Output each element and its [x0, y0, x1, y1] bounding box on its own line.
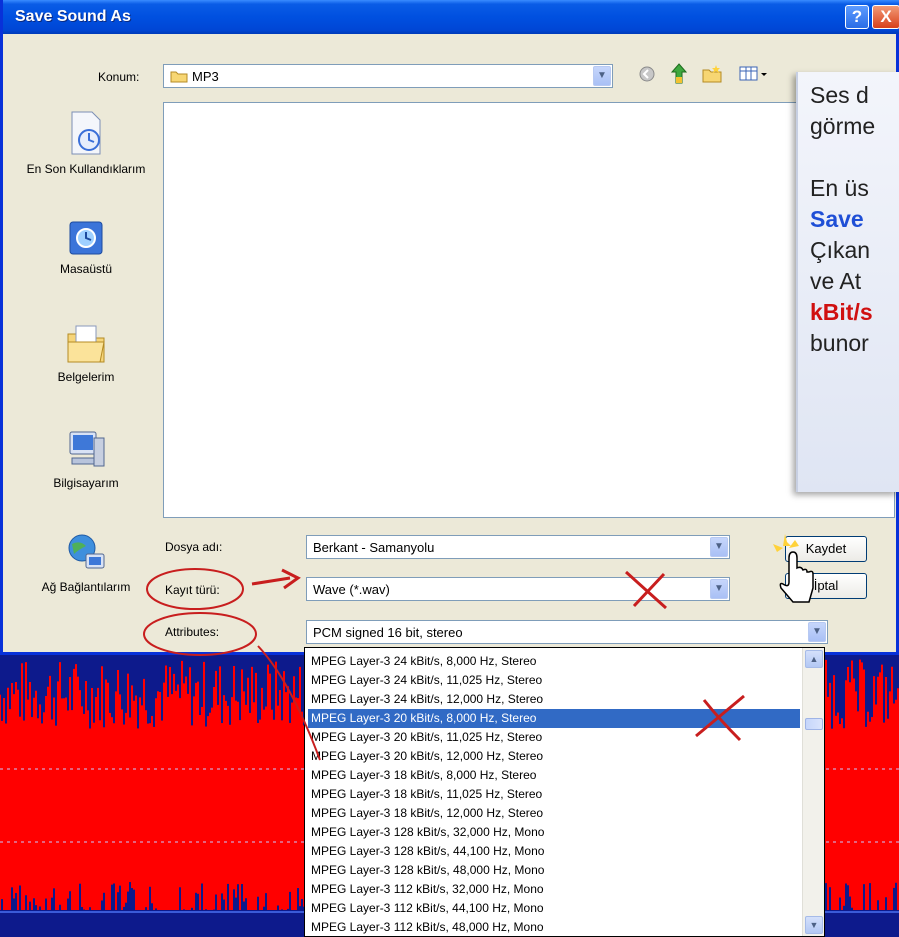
attributes-label: Attributes: [165, 625, 220, 639]
attribute-option[interactable]: MPEG Layer-3 112 kBit/s, 44,100 Hz, Mono [308, 899, 800, 918]
network-places-icon [68, 534, 105, 569]
chevron-down-icon[interactable]: ▼ [710, 579, 728, 599]
filetype-label: Kayıt türü: [165, 583, 220, 597]
attribute-option[interactable]: MPEG Layer-3 128 kBit/s, 32,000 Hz, Mono [308, 823, 800, 842]
filename-value: Berkant - Samanyolu [313, 540, 435, 555]
location-value: MP3 [192, 69, 219, 84]
places-computer-label: Bilgisayarım [53, 476, 119, 490]
places-network-label: Ağ Bağlantılarım [41, 580, 131, 594]
filetype-select[interactable]: Wave (*.wav) ▼ [306, 577, 730, 601]
new-folder-icon[interactable] [701, 64, 723, 84]
filename-label: Dosya adı: [165, 540, 223, 554]
filetype-value: Wave (*.wav) [313, 582, 390, 597]
places-bar: En Son Kullandıklarım Masaüstü Belgeleri… [21, 102, 151, 610]
save-sound-dialog: Save Sound As ? X Konum: MP3 ▼ En Son Ku… [0, 0, 899, 655]
attributes-select[interactable]: PCM signed 16 bit, stereo ▼ [306, 620, 828, 644]
desktop-icon [69, 221, 103, 255]
attribute-option[interactable]: MPEG Layer-3 24 kBit/s, 11,025 Hz, Stere… [308, 671, 800, 690]
vertical-scrollbar[interactable]: ▲ ▼ [802, 648, 824, 936]
attribute-option[interactable]: MPEG Layer-3 20 kBit/s, 12,000 Hz, Stere… [308, 747, 800, 766]
chevron-down-icon[interactable]: ▼ [808, 622, 826, 642]
note-line-5: Çıkan [810, 237, 871, 263]
places-documents-label: Belgelerim [57, 370, 115, 384]
dialog-title: Save Sound As [15, 8, 131, 25]
folder-icon [170, 71, 188, 83]
tutorial-note-panel: Ses d görme En üs Save Çıkan ve At kBit/… [796, 72, 899, 492]
attribute-option[interactable]: MPEG Layer-3 18 kBit/s, 12,000 Hz, Stere… [308, 804, 800, 823]
note-line-4: Save [810, 206, 864, 232]
note-line-6: ve At [810, 268, 862, 294]
help-button[interactable]: ? [845, 5, 869, 29]
location-combo[interactable]: MP3 ▼ [163, 64, 613, 88]
note-line-7: kBit/s [810, 299, 873, 325]
attribute-option[interactable]: MPEG Layer-3 20 kBit/s, 8,000 Hz, Stereo [308, 709, 800, 728]
file-list[interactable] [163, 102, 895, 518]
places-network[interactable]: Ağ Bağlantılarım [21, 532, 151, 594]
filename-input[interactable]: Berkant - Samanyolu ▼ [306, 535, 730, 559]
places-desktop[interactable]: Masaüstü [21, 220, 151, 276]
attribute-option[interactable]: MPEG Layer-3 112 kBit/s, 32,000 Hz, Mono [308, 880, 800, 899]
note-line-3: En üs [810, 175, 869, 201]
places-desktop-label: Masaüstü [59, 262, 113, 276]
my-computer-icon [69, 431, 105, 467]
note-line-2: görme [810, 113, 876, 139]
note-line-1: Ses d [810, 82, 869, 108]
places-computer[interactable]: Bilgisayarım [21, 428, 151, 490]
attribute-option[interactable]: MPEG Layer-3 18 kBit/s, 11,025 Hz, Stere… [308, 785, 800, 804]
scroll-down-icon[interactable]: ▼ [805, 916, 823, 934]
attribute-option[interactable]: MPEG Layer-3 20 kBit/s, 11,025 Hz, Stere… [308, 728, 800, 747]
chevron-down-icon[interactable]: ▼ [593, 66, 611, 86]
attributes-value: PCM signed 16 bit, stereo [313, 625, 463, 640]
my-documents-icon [67, 325, 105, 363]
attribute-option[interactable]: MPEG Layer-3 112 kBit/s, 48,000 Hz, Mono [308, 918, 800, 937]
places-recent-label: En Son Kullandıklarım [26, 162, 146, 176]
attribute-option[interactable]: MPEG Layer-3 128 kBit/s, 48,000 Hz, Mono [308, 861, 800, 880]
view-menu-icon[interactable] [739, 66, 769, 82]
attribute-option[interactable]: MPEG Layer-3 18 kBit/s, 8,000 Hz, Stereo [308, 766, 800, 785]
chevron-down-icon[interactable]: ▼ [710, 537, 728, 557]
back-icon[interactable] [639, 66, 655, 82]
scroll-thumb[interactable] [805, 718, 823, 730]
note-line-8: bunor [810, 330, 869, 356]
close-button[interactable]: X [872, 5, 899, 29]
scroll-up-icon[interactable]: ▲ [805, 650, 823, 668]
attribute-option[interactable]: MPEG Layer-3 128 kBit/s, 44,100 Hz, Mono [308, 842, 800, 861]
places-recent[interactable]: En Son Kullandıklarım [21, 110, 151, 176]
attributes-dropdown-list[interactable]: MPEG Layer-3 24 kBit/s, 8,000 Hz, Stereo… [304, 647, 825, 937]
location-label: Konum: [98, 70, 140, 84]
up-folder-icon[interactable] [669, 63, 689, 85]
places-documents[interactable]: Belgelerim [21, 322, 151, 384]
title-bar: Save Sound As ? X [3, 0, 899, 34]
hand-cursor-icon [773, 534, 814, 603]
recent-documents-icon [71, 111, 101, 155]
attribute-option[interactable]: MPEG Layer-3 24 kBit/s, 12,000 Hz, Stere… [308, 690, 800, 709]
attribute-option[interactable]: MPEG Layer-3 24 kBit/s, 8,000 Hz, Stereo [308, 652, 800, 671]
